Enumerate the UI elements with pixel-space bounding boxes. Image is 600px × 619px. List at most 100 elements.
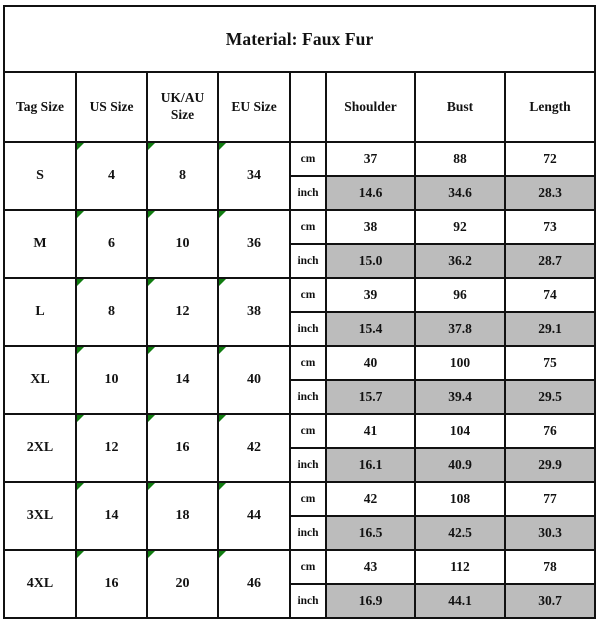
size-chart-container: Material: Faux Fur Tag Size US Size UK/A…: [0, 0, 600, 619]
cell-cm-length: 74: [503, 277, 597, 313]
cell-cm-shoulder: 42: [325, 481, 416, 517]
cell-marker-icon: [148, 415, 155, 422]
cell-eu-size: 42: [217, 413, 291, 483]
cell-unit-inch: inch: [289, 175, 327, 211]
table-row: S 4 8 34 cm 37 88 72: [3, 141, 597, 211]
cell-inch-bust: 40.9: [414, 447, 506, 483]
cell-marker-icon: [148, 483, 155, 490]
cell-tag-size: L: [3, 277, 77, 347]
cell-cm-shoulder: 40: [325, 345, 416, 381]
cell-us-size: 8: [75, 277, 148, 347]
cell-inch-length: 30.3: [503, 515, 597, 551]
cell-cm-bust: 88: [414, 141, 506, 177]
cell-cm-bust: 104: [414, 413, 506, 449]
cell-us-size: 4: [75, 141, 148, 211]
cell-inch-shoulder: 15.0: [325, 243, 416, 279]
cell-marker-icon: [148, 347, 155, 354]
cell-cm-shoulder: 37: [325, 141, 416, 177]
cell-unit-cm: cm: [289, 141, 327, 177]
cell-us-size: 16: [75, 549, 148, 619]
cell-cm-length: 73: [503, 209, 597, 245]
cell-cm-shoulder: 38: [325, 209, 416, 245]
cell-marker-icon: [77, 347, 84, 354]
cell-marker-icon: [148, 211, 155, 218]
cell-inch-bust: 44.1: [414, 583, 506, 619]
cell-uk-au-size: 14: [146, 345, 219, 415]
cell-cm-bust: 96: [414, 277, 506, 313]
cell-unit-cm: cm: [289, 413, 327, 449]
cell-inch-shoulder: 15.4: [325, 311, 416, 347]
cell-eu-size: 46: [217, 549, 291, 619]
cell-inch-shoulder: 16.5: [325, 515, 416, 551]
cell-inch-bust: 39.4: [414, 379, 506, 415]
cell-eu-size: 38: [217, 277, 291, 347]
cell-inch-bust: 36.2: [414, 243, 506, 279]
cell-unit-inch: inch: [289, 583, 327, 619]
cell-marker-icon: [148, 143, 155, 150]
cell-tag-size: 4XL: [3, 549, 77, 619]
cell-cm-length: 78: [503, 549, 597, 585]
column-header-eu-size: EU Size: [217, 71, 291, 143]
column-header-length: Length: [503, 71, 597, 143]
cell-marker-icon: [219, 415, 226, 422]
cell-tag-size: 2XL: [3, 413, 77, 483]
cell-inch-length: 30.7: [503, 583, 597, 619]
cell-unit-inch: inch: [289, 243, 327, 279]
cell-marker-icon: [77, 483, 84, 490]
cell-us-size: 14: [75, 481, 148, 551]
cell-cm-length: 77: [503, 481, 597, 517]
cell-cm-length: 76: [503, 413, 597, 449]
cell-uk-au-size: 16: [146, 413, 219, 483]
cell-marker-icon: [219, 551, 226, 558]
cell-uk-au-size: 20: [146, 549, 219, 619]
cell-cm-bust: 108: [414, 481, 506, 517]
cell-inch-bust: 37.8: [414, 311, 506, 347]
cell-inch-shoulder: 15.7: [325, 379, 416, 415]
cell-us-size: 10: [75, 345, 148, 415]
cell-unit-inch: inch: [289, 515, 327, 551]
column-header-tag-size: Tag Size: [3, 71, 77, 143]
cell-uk-au-size: 8: [146, 141, 219, 211]
cell-unit-cm: cm: [289, 481, 327, 517]
cell-cm-shoulder: 43: [325, 549, 416, 585]
cell-tag-size: S: [3, 141, 77, 211]
cell-cm-shoulder: 41: [325, 413, 416, 449]
cell-marker-icon: [77, 551, 84, 558]
title-row: Material: Faux Fur: [2, 5, 597, 73]
cell-marker-icon: [77, 211, 84, 218]
size-chart-table: Material: Faux Fur Tag Size US Size UK/A…: [2, 5, 597, 619]
cell-marker-icon: [219, 483, 226, 490]
cell-uk-au-size: 12: [146, 277, 219, 347]
cell-marker-icon: [219, 279, 226, 286]
cell-cm-length: 75: [503, 345, 597, 381]
cell-tag-size: 3XL: [3, 481, 77, 551]
column-header-bust: Bust: [414, 71, 506, 143]
cell-uk-au-size: 10: [146, 209, 219, 279]
cell-marker-icon: [219, 347, 226, 354]
table-row: 3XL 14 18 44 cm 42 108 77: [3, 481, 597, 551]
cell-inch-shoulder: 16.9: [325, 583, 416, 619]
table-row: M 6 10 36 cm 38 92 73: [3, 209, 597, 279]
cell-eu-size: 40: [217, 345, 291, 415]
cell-eu-size: 44: [217, 481, 291, 551]
cell-marker-icon: [148, 551, 155, 558]
cell-marker-icon: [219, 143, 226, 150]
cell-unit-cm: cm: [289, 549, 327, 585]
cell-inch-length: 28.7: [503, 243, 597, 279]
column-header-uk-au-size: UK/AU Size: [146, 71, 219, 143]
cell-tag-size: M: [3, 209, 77, 279]
cell-marker-icon: [148, 279, 155, 286]
cell-marker-icon: [77, 143, 84, 150]
table-row: 2XL 12 16 42 cm 41 104 76: [3, 413, 597, 483]
cell-cm-bust: 100: [414, 345, 506, 381]
cell-us-size: 6: [75, 209, 148, 279]
column-header-us-size: US Size: [75, 71, 148, 143]
cell-unit-cm: cm: [289, 209, 327, 245]
cell-eu-size: 36: [217, 209, 291, 279]
cell-unit-cm: cm: [289, 345, 327, 381]
cell-inch-length: 29.5: [503, 379, 597, 415]
table-row: L 8 12 38 cm 39 96 74: [3, 277, 597, 347]
cell-inch-shoulder: 16.1: [325, 447, 416, 483]
cell-inch-bust: 34.6: [414, 175, 506, 211]
cell-cm-shoulder: 39: [325, 277, 416, 313]
